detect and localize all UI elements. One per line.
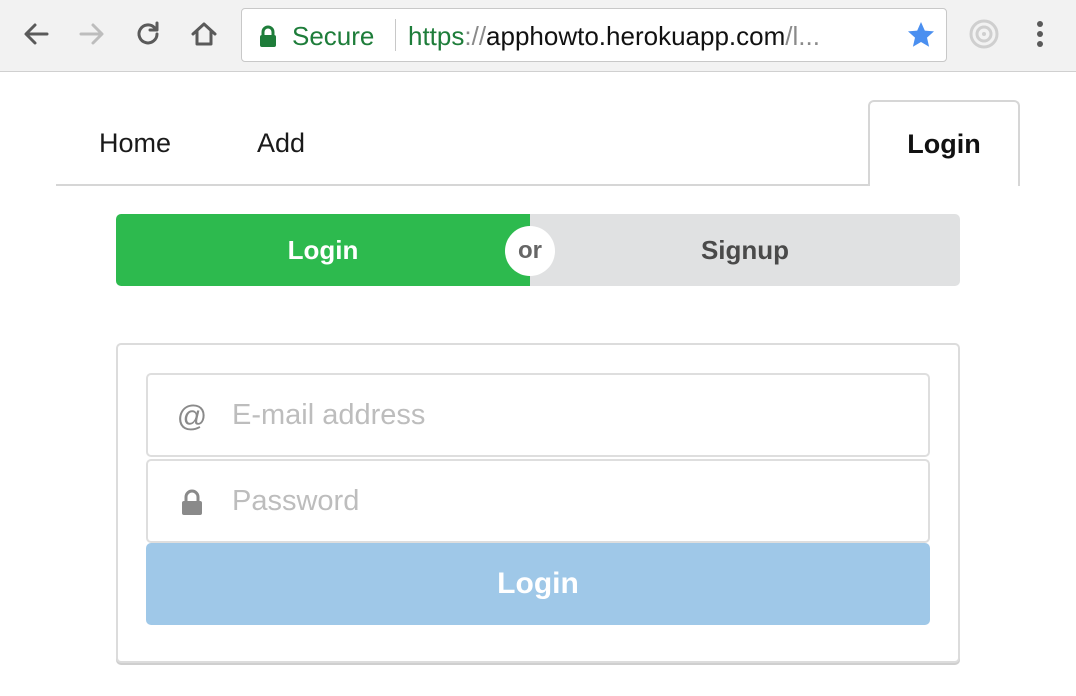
url-path: /l...	[785, 21, 820, 51]
extension-icon	[969, 19, 999, 49]
nav-item-home[interactable]: Home	[99, 128, 171, 159]
address-bar[interactable]: Secure https://apphowto.herokuapp.com/l.…	[241, 8, 947, 62]
login-form-card: @ Login	[116, 343, 960, 663]
signup-toggle-button[interactable]: Signup	[530, 214, 960, 286]
email-input[interactable]	[232, 393, 912, 437]
password-field[interactable]	[146, 459, 930, 543]
reload-icon	[137, 21, 159, 45]
star-icon[interactable]	[906, 20, 936, 50]
password-input[interactable]	[232, 479, 912, 523]
forward-button[interactable]	[72, 14, 112, 54]
url-separator: ://	[464, 21, 487, 51]
browser-toolbar: Secure https://apphowto.herokuapp.com/l.…	[0, 0, 1076, 72]
at-sign-icon: @	[176, 400, 208, 433]
url-scheme: https	[408, 21, 465, 51]
address-divider	[395, 19, 396, 51]
url-host: apphowto.herokuapp.com	[486, 21, 786, 51]
back-arrow-icon	[24, 23, 49, 45]
lock-icon	[260, 25, 276, 47]
reload-button[interactable]	[128, 14, 168, 54]
login-toggle-button[interactable]: Login	[116, 214, 530, 286]
url-text: https://apphowto.herokuapp.com/l...	[408, 21, 820, 52]
home-icon	[191, 22, 217, 46]
email-field[interactable]: @	[146, 373, 930, 457]
or-divider: or	[505, 226, 555, 276]
secure-label: Secure	[292, 21, 375, 51]
site-nav: Home Add Login	[56, 100, 1020, 186]
menu-dots-icon	[1037, 21, 1043, 47]
extension-button[interactable]	[964, 14, 1004, 54]
nav-item-add[interactable]: Add	[257, 128, 305, 159]
login-submit-button[interactable]: Login	[146, 543, 930, 625]
nav-item-login[interactable]: Login	[868, 100, 1020, 186]
lock-icon	[172, 483, 212, 523]
back-button[interactable]	[16, 14, 56, 54]
browser-menu-button[interactable]	[1020, 14, 1060, 54]
home-button[interactable]	[184, 14, 224, 54]
auth-toggle: Login Signup or	[116, 214, 960, 286]
forward-arrow-icon	[79, 23, 104, 45]
nav-underline	[56, 184, 869, 186]
